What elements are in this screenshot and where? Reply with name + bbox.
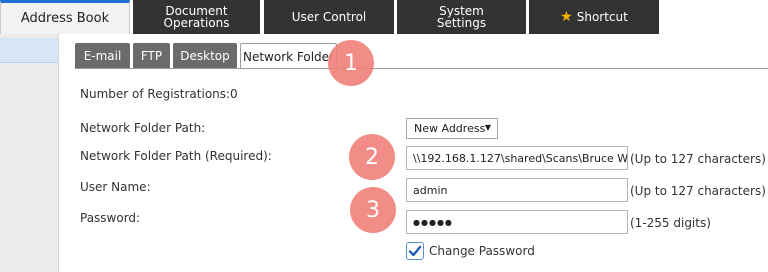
network-folder-path-hint: (Up to 127 characters) xyxy=(630,152,766,166)
network-folder-path-select-value: New Address xyxy=(414,122,486,135)
user-name-hint: (Up to 127 characters) xyxy=(630,184,766,198)
tab-document-operations-label: Document Operations xyxy=(163,4,230,30)
subtab-desktop[interactable]: Desktop xyxy=(173,43,237,68)
left-panel xyxy=(0,34,59,272)
network-folder-path-required-label: Network Folder Path (Required): xyxy=(80,149,272,163)
network-folder-path-select[interactable]: New Address ▼ xyxy=(406,118,498,139)
change-password-checkbox[interactable] xyxy=(406,242,424,260)
network-folder-path-label: Network Folder Path: xyxy=(80,121,206,135)
user-name-value: admin xyxy=(413,183,448,197)
password-label: Password: xyxy=(80,211,141,225)
step-marker-3: 3 xyxy=(350,187,396,233)
tab-shortcut-label: Shortcut xyxy=(576,10,628,24)
subtab-divider xyxy=(75,68,768,69)
tab-user-control-label: User Control xyxy=(291,10,367,24)
subtab-desktop-label: Desktop xyxy=(180,48,230,63)
user-name-input[interactable]: admin xyxy=(406,178,628,202)
dropdown-arrow-icon: ▼ xyxy=(484,123,491,132)
tab-address-book[interactable]: Address Book xyxy=(0,0,130,34)
password-input[interactable]: ●●●●● xyxy=(406,210,628,234)
network-folder-path-value: \\192.168.1.127\shared\Scans\Bruce Wa xyxy=(413,151,628,165)
left-panel-selected-item[interactable] xyxy=(0,38,58,63)
tab-shortcut[interactable]: ★ Shortcut xyxy=(529,0,659,34)
tab-system-settings-label: System Settings xyxy=(436,4,487,30)
subtab-network-folder[interactable]: Network Folder xyxy=(240,43,337,69)
top-navigation: Address Book Document Operations User Co… xyxy=(0,0,768,34)
password-value: ●●●●● xyxy=(413,217,453,227)
subtab-ftp[interactable]: FTP xyxy=(133,43,170,68)
tab-user-control[interactable]: User Control xyxy=(264,0,394,34)
subtab-ftp-label: FTP xyxy=(140,48,163,63)
tab-address-book-label: Address Book xyxy=(20,10,110,26)
tab-document-operations[interactable]: Document Operations xyxy=(133,0,260,34)
step-marker-2: 2 xyxy=(349,134,395,180)
registrations-count: Number of Registrations:0 xyxy=(80,87,238,101)
user-name-label: User Name: xyxy=(80,180,151,194)
change-password-label: Change Password xyxy=(429,244,535,258)
password-hint: (1-255 digits) xyxy=(630,216,711,230)
star-icon: ★ xyxy=(560,9,573,25)
subtab-network-folder-label: Network Folder xyxy=(242,49,334,64)
subtab-email-label: E-mail xyxy=(83,48,122,63)
checkmark-icon xyxy=(408,245,422,257)
tab-system-settings[interactable]: System Settings xyxy=(397,0,526,34)
network-folder-path-input[interactable]: \\192.168.1.127\shared\Scans\Bruce Wa xyxy=(406,146,628,170)
step-marker-1: 1 xyxy=(328,40,374,86)
subtab-email[interactable]: E-mail xyxy=(75,43,130,68)
